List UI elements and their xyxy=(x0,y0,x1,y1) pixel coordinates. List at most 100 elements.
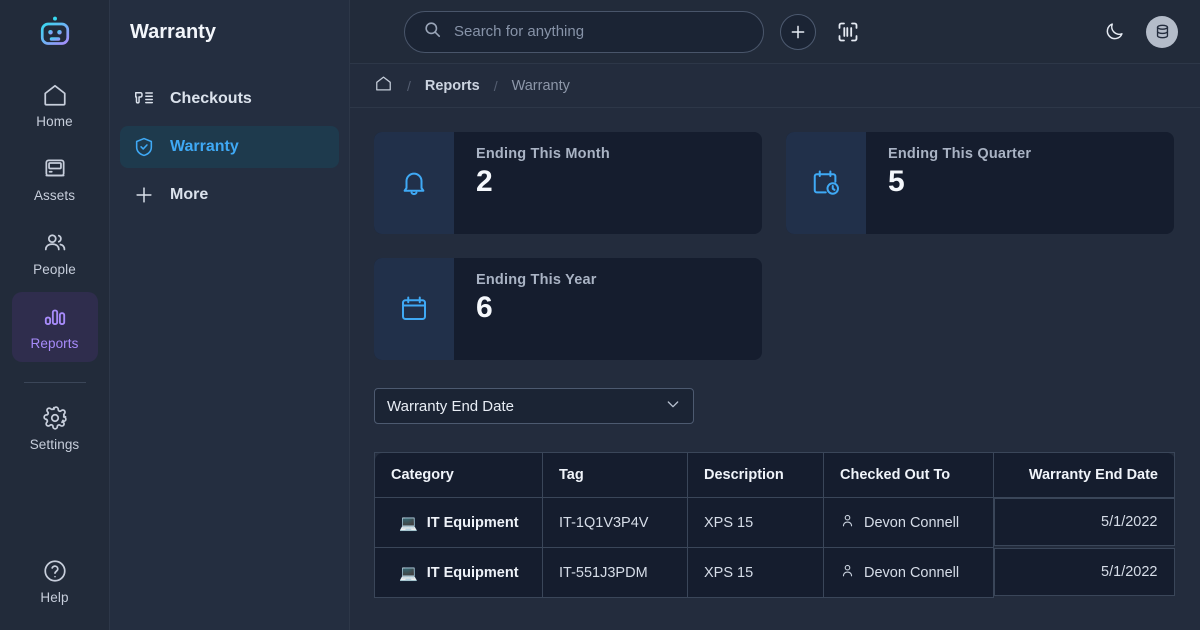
cell-tag: IT-551J3PDM xyxy=(542,547,688,598)
sort-select[interactable]: Warranty End Date xyxy=(374,388,694,424)
cell-description: XPS 15 xyxy=(687,497,824,548)
stat-card-value: 6 xyxy=(476,291,493,324)
laptop-emoji: 💻 xyxy=(399,514,418,532)
person-name: Devon Connell xyxy=(864,564,960,581)
stat-card-label: Ending This Month xyxy=(476,146,610,162)
cell-category: 💻 IT Equipment xyxy=(374,547,543,598)
cell-checked-out-to: Devon Connell xyxy=(823,497,994,548)
bell-icon xyxy=(374,132,454,234)
breadcrumb-separator: / xyxy=(493,77,498,94)
sidebar-item-help[interactable]: Help xyxy=(12,546,98,616)
gear-icon xyxy=(42,405,67,430)
sort-select-value: Warranty End Date xyxy=(387,397,514,415)
sidebar-item-label: Warranty xyxy=(170,138,239,155)
barcode-scan-icon xyxy=(838,22,858,41)
people-icon xyxy=(44,233,65,250)
sidebar-item-label: Help xyxy=(40,589,69,605)
theme-toggle-button[interactable] xyxy=(1096,14,1132,50)
monitor-icon xyxy=(44,158,65,176)
sort-select-wrapper: Warranty End Date xyxy=(374,388,1176,424)
cell-warranty-end-date: 5/1/2022 xyxy=(994,498,1175,546)
stat-card-value: 2 xyxy=(476,165,493,198)
app-root: Home Assets People Reports Settings Help… xyxy=(0,0,1200,630)
person-icon xyxy=(840,563,855,582)
sidebar-item-home[interactable]: Home xyxy=(12,70,98,140)
sidebar-item-assets[interactable]: Assets xyxy=(12,144,98,214)
warranty-table-wrapper: Category Tag Description Checked Out To … xyxy=(374,452,1176,598)
breadcrumb-item-reports[interactable]: Reports xyxy=(425,78,480,94)
table-row[interactable]: 💻 IT Equipment IT-551J3PDM XPS 15 Devon … xyxy=(374,547,1175,598)
cell-description: XPS 15 xyxy=(687,547,824,598)
table-head: Category Tag Description Checked Out To … xyxy=(374,452,1175,498)
page-title: Warranty xyxy=(130,20,216,43)
cell-checked-out-to: Devon Connell xyxy=(823,547,994,598)
avatar[interactable] xyxy=(1146,15,1178,48)
search-input[interactable] xyxy=(454,23,745,40)
add-button[interactable] xyxy=(780,13,816,50)
cell-tag: IT-1Q1V3P4V xyxy=(542,497,688,548)
category-label: IT Equipment xyxy=(426,514,519,531)
stat-card-group: Ending This Month 2 Ending This Quarter … xyxy=(374,132,1176,360)
sidebar-item-people[interactable]: People xyxy=(12,218,98,288)
column-header-category[interactable]: Category xyxy=(374,452,543,498)
breadcrumb-item-warranty: Warranty xyxy=(511,77,570,94)
sidebar-item-label: Assets xyxy=(33,187,76,203)
robot-head-icon xyxy=(40,16,69,45)
sidebar-item-warranty[interactable]: Warranty xyxy=(120,126,339,168)
table-header-row: Category Tag Description Checked Out To … xyxy=(374,452,1175,498)
calendar-icon xyxy=(374,258,454,360)
primary-sidebar: Home Assets People Reports Settings Help xyxy=(0,0,110,630)
warranty-table: Category Tag Description Checked Out To … xyxy=(374,452,1175,598)
app-logo[interactable] xyxy=(32,10,78,56)
stat-card-label: Ending This Year xyxy=(476,272,597,288)
sidebar-item-label: More xyxy=(170,186,209,203)
category-label: IT Equipment xyxy=(426,564,519,581)
sidebar-item-reports[interactable]: Reports xyxy=(11,292,98,362)
column-header-warranty-end-date[interactable]: Warranty End Date xyxy=(993,452,1175,498)
stat-card-value: 5 xyxy=(888,165,905,198)
table-row[interactable]: 💻 IT Equipment IT-1Q1V3P4V XPS 15 Devon … xyxy=(374,497,1175,548)
breadcrumb: / Reports / Warranty xyxy=(350,64,1200,108)
breadcrumb-home-icon[interactable] xyxy=(374,74,393,98)
column-header-tag[interactable]: Tag xyxy=(542,452,688,498)
person-icon xyxy=(840,513,855,532)
person-name: Devon Connell xyxy=(864,514,960,531)
plus-icon xyxy=(791,25,805,38)
main-region: / Reports / Warranty E xyxy=(350,0,1200,630)
top-bar xyxy=(350,0,1200,64)
stat-card-ending-this-year: Ending This Year 6 xyxy=(374,258,762,360)
content-scroll: Ending This Month 2 Ending This Quarter … xyxy=(350,108,1200,598)
sidebar-item-more[interactable]: More xyxy=(120,174,339,216)
scan-button[interactable] xyxy=(830,14,866,50)
bar-chart-icon xyxy=(44,309,65,325)
sidebar-item-label: Reports xyxy=(30,335,79,351)
sidebar-item-label: Checkouts xyxy=(170,90,252,107)
breadcrumb-separator: / xyxy=(407,77,411,94)
secondary-nav-list: Checkouts Warranty More xyxy=(110,64,349,222)
chevron-down-icon xyxy=(665,396,681,416)
search-bar[interactable] xyxy=(404,10,764,53)
sidebar-item-settings[interactable]: Settings xyxy=(12,393,98,463)
column-header-checked-out-to[interactable]: Checked Out To xyxy=(823,452,994,498)
sidebar-item-label: People xyxy=(33,261,76,277)
sidebar-item-label: Settings xyxy=(29,436,80,452)
laptop-emoji: 💻 xyxy=(399,564,418,582)
secondary-sidebar: Warranty Checkouts Warranty More xyxy=(110,0,350,630)
cell-category: 💻 IT Equipment xyxy=(374,497,543,548)
stat-card-label: Ending This Quarter xyxy=(888,146,1032,162)
stat-card-body: Ending This Quarter 5 xyxy=(866,132,1174,234)
stat-card-ending-this-month: Ending This Month 2 xyxy=(374,132,762,234)
calendar-clock-icon xyxy=(786,132,866,234)
plus-icon xyxy=(132,183,156,207)
database-icon xyxy=(1156,24,1168,39)
stat-card-body: Ending This Month 2 xyxy=(454,132,762,234)
cell-warranty-end-date: 5/1/2022 xyxy=(994,547,1175,596)
sidebar-item-label: Home xyxy=(36,113,73,129)
column-header-description[interactable]: Description xyxy=(687,452,824,498)
stat-card-body: Ending This Year 6 xyxy=(454,258,762,360)
stat-card-ending-this-quarter: Ending This Quarter 5 xyxy=(786,132,1174,234)
sidebar-divider xyxy=(23,382,86,383)
secondary-sidebar-header: Warranty xyxy=(110,0,349,64)
sidebar-item-checkouts[interactable]: Checkouts xyxy=(120,78,339,120)
home-icon xyxy=(43,84,66,106)
